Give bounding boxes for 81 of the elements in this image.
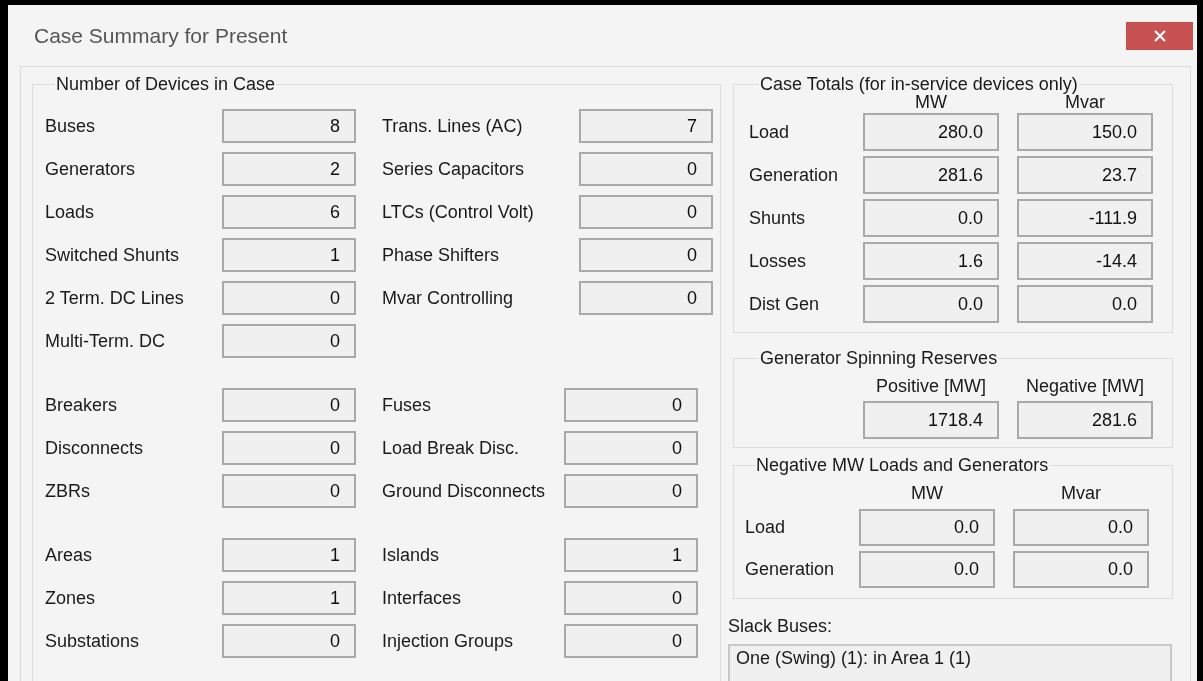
field-label: Interfaces xyxy=(382,586,463,610)
value-field[interactable]: 0.0 xyxy=(1013,551,1149,588)
field-label: Switched Shunts xyxy=(45,243,181,267)
value-field[interactable]: 0 xyxy=(564,474,698,508)
value-field[interactable]: 0 xyxy=(564,581,698,615)
row-label: Generation xyxy=(745,559,835,579)
group-title: Negative MW Loads and Generators xyxy=(755,454,1050,476)
value-field[interactable]: 0.0 xyxy=(863,285,999,323)
value-field[interactable]: -111.9 xyxy=(1017,199,1153,237)
close-icon xyxy=(1153,29,1166,42)
value-field[interactable]: 0 xyxy=(222,624,356,658)
value-field[interactable]: 1.6 xyxy=(863,242,999,280)
value-field[interactable]: 0 xyxy=(222,388,356,422)
value-field[interactable]: 280.0 xyxy=(863,113,999,151)
field-label: Breakers xyxy=(45,393,119,417)
row-label: Load xyxy=(749,121,790,142)
field-label: Trans. Lines (AC) xyxy=(382,114,524,138)
row-label: Dist Gen xyxy=(749,293,820,314)
value-field[interactable]: 0.0 xyxy=(859,509,995,546)
field-label: Disconnects xyxy=(45,436,145,460)
value-field[interactable]: 0 xyxy=(564,388,698,422)
value-field[interactable]: 0 xyxy=(579,238,713,272)
value-field[interactable]: 0.0 xyxy=(863,199,999,237)
value-field[interactable]: 2 xyxy=(222,152,356,186)
field-label: Areas xyxy=(45,543,94,567)
row-label: Shunts xyxy=(749,207,806,228)
field-label: Substations xyxy=(45,629,141,653)
value-field[interactable]: 0 xyxy=(222,324,356,358)
field-label: Phase Shifters xyxy=(382,243,501,267)
field-label: LTCs (Control Volt) xyxy=(382,200,535,224)
field-label: Multi-Term. DC xyxy=(45,329,166,353)
row-label: Generation xyxy=(749,164,839,185)
value-field[interactable]: 0.0 xyxy=(859,551,995,588)
field-label: Ground Disconnects xyxy=(382,479,547,503)
window-title: Case Summary for Present xyxy=(34,22,288,49)
field-label: 2 Term. DC Lines xyxy=(45,286,185,310)
field-label: Load Break Disc. xyxy=(382,436,521,460)
slack-buses-label: Slack Buses: xyxy=(728,615,834,638)
column-header: MW xyxy=(911,482,943,505)
list-item[interactable]: One (Swing) (1): in Area 1 (1) xyxy=(736,646,1164,670)
value-field[interactable]: 6 xyxy=(222,195,356,229)
value-field[interactable]: 1 xyxy=(564,538,698,572)
field-label: Generators xyxy=(45,157,137,181)
field-label: ZBRs xyxy=(45,479,91,503)
value-field[interactable]: 281.6 xyxy=(863,156,999,194)
field-label: Fuses xyxy=(382,393,433,417)
value-field[interactable]: 0 xyxy=(579,152,713,186)
value-field[interactable]: 0 xyxy=(564,431,698,465)
field-label: Loads xyxy=(45,200,96,224)
value-field[interactable]: -14.4 xyxy=(1017,242,1153,280)
value-field[interactable]: 7 xyxy=(579,109,713,143)
row-label: Losses xyxy=(749,250,807,271)
column-header: Positive [MW] xyxy=(876,375,986,398)
group-title: Generator Spinning Reserves xyxy=(759,347,999,369)
value-field[interactable]: 1 xyxy=(222,581,356,615)
value-field[interactable]: 0 xyxy=(579,195,713,229)
column-header: Negative [MW] xyxy=(1026,375,1144,398)
value-field[interactable]: 0.0 xyxy=(1017,285,1153,323)
column-header: Mvar xyxy=(1061,482,1101,505)
field-label: Injection Groups xyxy=(382,629,515,653)
value-field[interactable]: 0.0 xyxy=(1013,509,1149,546)
value-field[interactable]: 1 xyxy=(222,538,356,572)
value-field[interactable]: 23.7 xyxy=(1017,156,1153,194)
row-label: Load xyxy=(745,517,786,537)
value-field[interactable]: 0 xyxy=(579,281,713,315)
field-label: Series Capacitors xyxy=(382,157,526,181)
value-field[interactable]: 0 xyxy=(564,624,698,658)
field-label: Buses xyxy=(45,114,97,138)
value-field[interactable]: 0 xyxy=(222,431,356,465)
field-label: Zones xyxy=(45,586,97,610)
value-field[interactable]: 0 xyxy=(222,281,356,315)
value-field[interactable]: 1718.4 xyxy=(863,401,999,439)
value-field[interactable]: 281.6 xyxy=(1017,401,1153,439)
field-label: Islands xyxy=(382,543,441,567)
group-title: Number of Devices in Case xyxy=(55,73,277,95)
value-field[interactable]: 150.0 xyxy=(1017,113,1153,151)
close-button[interactable] xyxy=(1126,21,1193,50)
value-field[interactable]: 0 xyxy=(222,474,356,508)
value-field[interactable]: 1 xyxy=(222,238,356,272)
value-field[interactable]: 8 xyxy=(222,109,356,143)
field-label: Mvar Controlling xyxy=(382,286,515,310)
